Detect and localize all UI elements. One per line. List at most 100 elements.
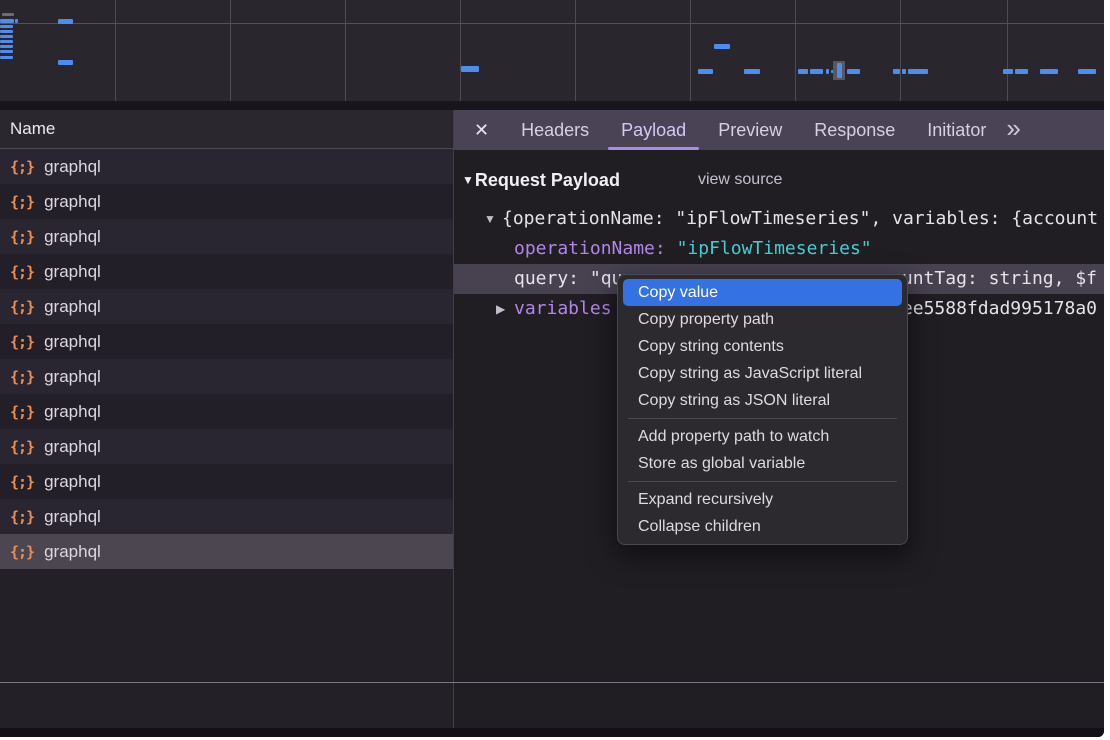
request-name-label: graphql xyxy=(44,367,101,387)
overview-gridline xyxy=(795,0,796,101)
overview-request-bar[interactable] xyxy=(698,69,713,74)
property-key: variables xyxy=(514,298,612,319)
overview-gridline xyxy=(115,0,116,101)
request-row[interactable]: {;}graphql xyxy=(0,289,453,324)
overview-request-bar[interactable] xyxy=(15,19,18,23)
tab-initiator[interactable]: Initiator xyxy=(911,110,1002,150)
overview-gridline xyxy=(900,0,901,101)
overview-request-bar[interactable] xyxy=(0,40,13,43)
request-name-label: graphql xyxy=(44,157,101,177)
request-row[interactable]: {;}graphql xyxy=(0,499,453,534)
network-panel-split: Name {;}graphql{;}graphql{;}graphql{;}gr… xyxy=(0,110,1104,728)
overview-request-bar[interactable] xyxy=(847,69,860,74)
tab-payload[interactable]: Payload xyxy=(605,110,702,150)
overview-gridline xyxy=(690,0,691,101)
request-row[interactable]: {;}graphql xyxy=(0,534,453,569)
request-row[interactable]: {;}graphql xyxy=(0,464,453,499)
request-row[interactable]: {;}graphql xyxy=(0,429,453,464)
overview-request-bar[interactable] xyxy=(908,69,928,74)
overview-request-bar[interactable] xyxy=(58,19,73,24)
overview-request-bar[interactable] xyxy=(810,69,823,74)
tree-row-clipped-text: untTag: string, $f xyxy=(902,264,1097,294)
summary-bar-divider xyxy=(0,682,1104,683)
menu-item-collapse-children[interactable]: Collapse children xyxy=(623,513,902,540)
overview-request-bar[interactable] xyxy=(58,60,73,65)
menu-item-copy-value[interactable]: Copy value xyxy=(623,279,902,306)
json-braces-icon: {;} xyxy=(10,368,34,386)
menu-item-copy-string-contents[interactable]: Copy string contents xyxy=(623,333,902,360)
overview-request-bar[interactable] xyxy=(0,19,14,23)
tree-row[interactable]: ▼{operationName: "ipFlowTimeseries", var… xyxy=(454,204,1104,234)
property-text: query: "qu xyxy=(514,268,622,289)
section-collapse-triangle-icon[interactable]: ▼ xyxy=(462,173,474,187)
tab-response[interactable]: Response xyxy=(798,110,911,150)
request-name-label: graphql xyxy=(44,402,101,422)
requests-list-panel: Name {;}graphql{;}graphql{;}graphql{;}gr… xyxy=(0,110,454,728)
json-braces-icon: {;} xyxy=(10,263,34,281)
overview-horizontal-gridline xyxy=(0,23,1104,24)
overview-request-bar[interactable] xyxy=(798,69,808,74)
request-row[interactable]: {;} graphql xyxy=(0,359,453,394)
overview-request-bar[interactable] xyxy=(837,63,842,78)
tab-headers[interactable]: Headers xyxy=(505,110,605,150)
overview-request-bar[interactable] xyxy=(0,30,13,33)
tab-preview[interactable]: Preview xyxy=(702,110,798,150)
view-source-link[interactable]: view source xyxy=(698,171,782,189)
overview-gridline xyxy=(1007,0,1008,101)
request-row[interactable]: {;}graphql xyxy=(0,394,453,429)
property-key: operationName: xyxy=(514,238,677,259)
close-icon[interactable]: ✕ xyxy=(474,120,489,141)
tree-row[interactable]: operationName: "ipFlowTimeseries" xyxy=(454,234,1104,264)
menu-separator xyxy=(628,481,897,482)
collapsed-triangle-icon[interactable]: ▶ xyxy=(496,294,505,324)
request-row[interactable]: {;} graphql xyxy=(0,254,453,289)
overview-request-bar[interactable] xyxy=(714,44,730,49)
network-overview-timeline[interactable] xyxy=(0,0,1104,101)
menu-item-store-as-global-variable[interactable]: Store as global variable xyxy=(623,450,902,477)
overview-request-bar[interactable] xyxy=(0,50,13,53)
requests-list: {;} graphql {;} graphql {;} graphql {;} graphql… xyxy=(0,149,453,569)
menu-item-copy-property-path[interactable]: Copy property path xyxy=(623,306,902,333)
overview-request-bar[interactable] xyxy=(0,25,13,28)
json-braces-icon: {;} xyxy=(10,508,34,526)
request-row[interactable]: {;}graphql xyxy=(0,149,453,184)
overview-request-bar[interactable] xyxy=(1015,69,1028,74)
request-row[interactable]: {;}graphql xyxy=(0,324,453,359)
overview-request-bar[interactable] xyxy=(1040,69,1058,74)
json-braces-icon: {;} xyxy=(10,193,34,211)
menu-item-copy-string-as-javascript-literal[interactable]: Copy string as JavaScript literal xyxy=(623,360,902,387)
expanded-triangle-icon[interactable]: ▼ xyxy=(484,204,496,234)
overview-gridline xyxy=(345,0,346,101)
menu-item-add-property-path-to-watch[interactable]: Add property path to watch xyxy=(623,423,902,450)
request-row[interactable]: {;}graphql xyxy=(0,184,453,219)
request-row[interactable]: {;}graphql xyxy=(0,219,453,254)
tree-row-text: operationName: "ipFlowTimeseries" xyxy=(514,234,872,264)
more-tabs-icon[interactable]: » xyxy=(1006,115,1020,145)
overview-request-bar[interactable] xyxy=(0,45,13,48)
overview-request-bar[interactable] xyxy=(2,13,14,16)
overview-request-bar[interactable] xyxy=(893,69,900,74)
detail-tabs: HeadersPayloadPreviewResponseInitiator xyxy=(505,110,1002,150)
menu-item-expand-recursively[interactable]: Expand recursively xyxy=(623,486,902,513)
property-value-string: "ipFlowTimeseries" xyxy=(677,238,872,259)
name-column-header[interactable]: Name xyxy=(0,110,453,149)
overview-request-bar[interactable] xyxy=(0,56,13,59)
request-payload-section-header[interactable]: ▼ Request Payload view source xyxy=(454,165,1104,195)
overview-request-bar[interactable] xyxy=(0,35,13,38)
menu-item-copy-string-as-json-literal[interactable]: Copy string as JSON literal xyxy=(623,387,902,414)
overview-request-bar[interactable] xyxy=(744,69,760,74)
overview-request-bar[interactable] xyxy=(461,66,479,72)
request-name-label: graphql xyxy=(44,542,101,562)
overview-request-bar[interactable] xyxy=(1003,69,1013,74)
overview-request-bar[interactable] xyxy=(1078,69,1096,74)
tree-row-text: {operationName: "ipFlowTimeseries", vari… xyxy=(502,204,1098,234)
overview-request-bar[interactable] xyxy=(902,69,906,74)
overview-gridline xyxy=(575,0,576,101)
request-name-label: graphql xyxy=(44,262,101,282)
tree-row-clipped-text: ee5588fdad995178a0 xyxy=(902,294,1097,324)
section-title: Request Payload xyxy=(475,170,620,191)
request-name-label: graphql xyxy=(44,332,101,352)
overview-gridline xyxy=(230,0,231,101)
overview-gridline xyxy=(460,0,461,101)
overview-request-bar[interactable] xyxy=(826,69,829,74)
